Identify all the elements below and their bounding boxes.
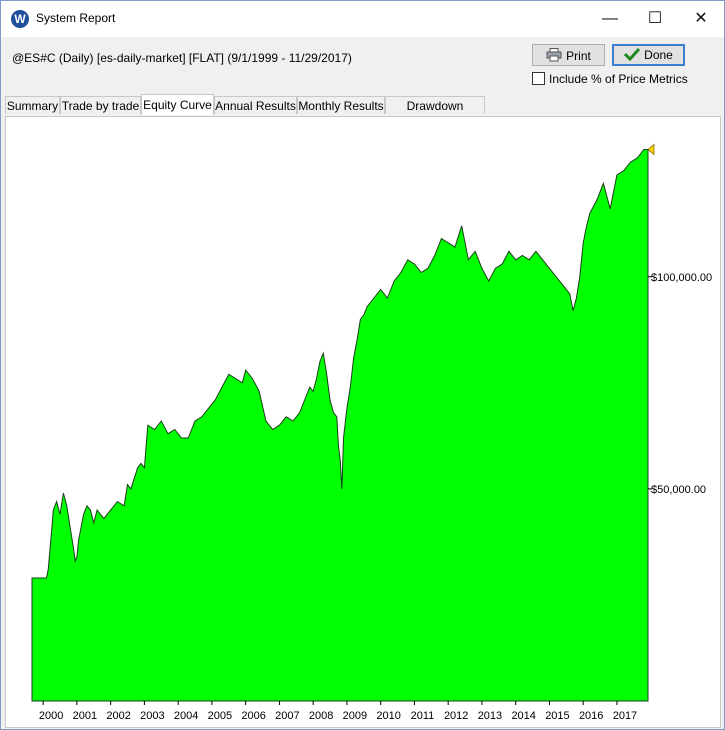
x-tick-label: 2015	[545, 710, 569, 722]
tab-drawdown-analysis[interactable]: Drawdown Analysis	[385, 96, 485, 131]
report-header: @ES#C (Daily) [es-daily-market] [FLAT] (…	[1, 37, 724, 97]
include-price-metrics-label: Include % of Price Metrics	[549, 72, 688, 86]
done-label: Done	[644, 48, 673, 62]
x-tick-label: 2005	[208, 710, 232, 722]
x-tick-label: 2010	[376, 710, 400, 722]
tab-equity-curve[interactable]: Equity Curve	[141, 94, 214, 115]
checkbox-box[interactable]	[532, 72, 545, 85]
title-bar[interactable]: W System Report — ☐ ✕	[1, 1, 724, 37]
x-tick-label: 2009	[343, 710, 367, 722]
report-info: @ES#C (Daily) [es-daily-market] [FLAT] (…	[12, 51, 352, 65]
x-tick-label: 2001	[73, 710, 97, 722]
y-tick-label: $100,000.00	[651, 272, 712, 284]
x-tick-label: 2006	[241, 710, 265, 722]
equity-area-series	[31, 149, 649, 702]
tab-monthly-results[interactable]: Monthly Results	[297, 96, 385, 114]
x-tick-label: 2012	[444, 710, 468, 722]
checkmark-icon	[624, 46, 641, 64]
x-tick-label: 2000	[39, 710, 63, 722]
app-logo-icon: W	[11, 10, 29, 28]
close-icon[interactable]: ✕	[678, 1, 724, 37]
tab-annual-results[interactable]: Annual Results	[214, 96, 297, 114]
maximize-icon[interactable]: ☐	[632, 1, 678, 37]
tab-trade-by-trade[interactable]: Trade by trade	[60, 96, 141, 114]
x-tick-label: 2008	[309, 710, 333, 722]
x-tick-label: 2003	[140, 710, 164, 722]
y-tick-label: $50,000.00	[651, 484, 706, 496]
print-button[interactable]: Print	[532, 44, 605, 66]
include-price-metrics-checkbox[interactable]: Include % of Price Metrics	[532, 72, 688, 86]
print-label: Print	[566, 49, 591, 63]
equity-curve-panel: $100,000.00 $50,000.00 2000 2001 2002 2003 200…	[5, 116, 721, 728]
last-value-marker	[647, 143, 655, 156]
window-title: System Report	[36, 11, 116, 25]
done-button[interactable]: Done	[612, 44, 685, 66]
x-tick-label: 2016	[579, 710, 603, 722]
equity-curve-chart: $100,000.00 $50,000.00 2000 2001 2002 2003 200…	[31, 143, 712, 722]
x-tick-label: 2004	[174, 710, 198, 722]
x-tick-label: 2013	[478, 710, 502, 722]
printer-icon	[546, 45, 562, 67]
minimize-icon[interactable]: —	[587, 1, 633, 37]
tab-summary[interactable]: Summary	[5, 96, 60, 114]
x-tick-label: 2011	[411, 710, 435, 722]
x-tick-label: 2007	[275, 710, 299, 722]
system-report-window: W System Report — ☐ ✕ @ES#C (Daily) [es-…	[0, 0, 725, 730]
x-tick-label: 2014	[511, 710, 535, 722]
x-tick-label: 2002	[106, 710, 130, 722]
x-tick-label: 2017	[613, 710, 637, 722]
